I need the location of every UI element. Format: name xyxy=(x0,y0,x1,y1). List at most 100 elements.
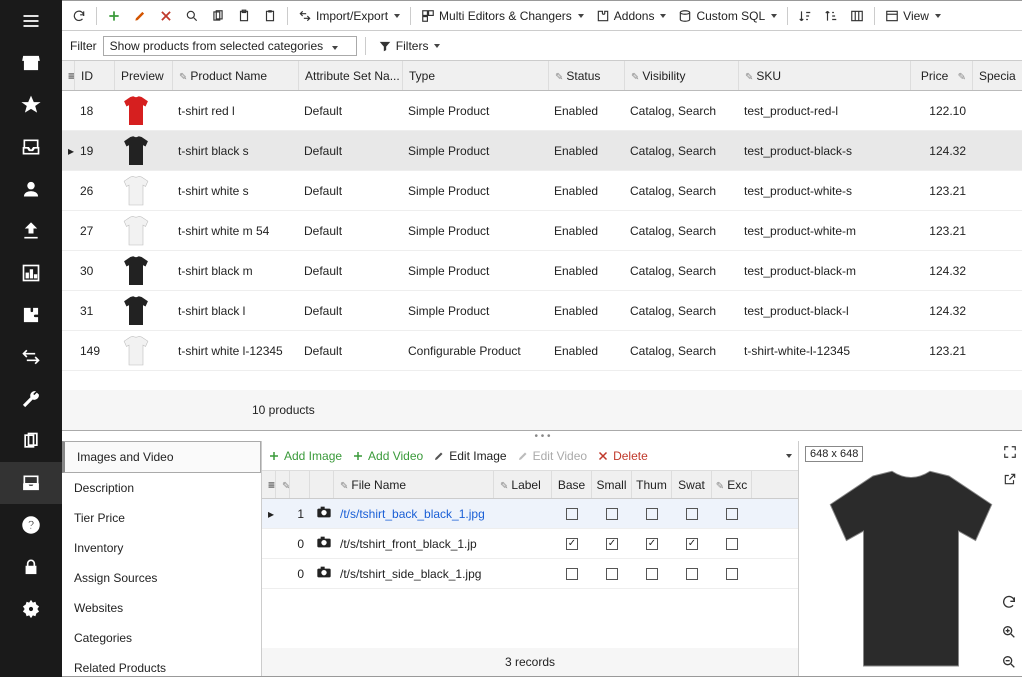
checkbox[interactable] xyxy=(646,508,658,520)
edit-image-button[interactable]: Edit Image xyxy=(433,449,506,463)
filter-select[interactable]: Show products from selected categories xyxy=(103,36,357,56)
view-dropdown[interactable]: View xyxy=(881,7,945,25)
upload-icon[interactable] xyxy=(0,210,62,252)
lock-icon[interactable] xyxy=(0,546,62,588)
checkbox[interactable] xyxy=(566,538,578,550)
img-cam-header[interactable] xyxy=(310,471,334,498)
table-row[interactable]: 27 t-shirt white m 54 Default Simple Pro… xyxy=(62,211,1022,251)
wrench-icon[interactable] xyxy=(0,378,62,420)
refresh-button[interactable] xyxy=(68,7,90,25)
menu-icon[interactable] xyxy=(0,0,62,42)
checkbox[interactable] xyxy=(686,568,698,580)
copy-icon[interactable] xyxy=(0,420,62,462)
rotate-icon[interactable] xyxy=(999,592,1019,612)
preview-image[interactable] xyxy=(799,466,1022,676)
detail-tab[interactable]: Assign Sources xyxy=(62,563,261,593)
table-row[interactable]: 18 t-shirt red l Default Simple Product … xyxy=(62,91,1022,131)
split-handle[interactable]: • • • xyxy=(62,431,1022,441)
image-row[interactable]: ▸ 1 /t/s/tshirt_back_black_1.jpg xyxy=(262,499,798,529)
transfer-icon[interactable] xyxy=(0,336,62,378)
zoom-out-icon[interactable] xyxy=(999,652,1019,672)
col-sku[interactable]: SKU xyxy=(739,61,911,90)
detail-tab[interactable]: Related Products xyxy=(62,653,261,676)
user-icon[interactable] xyxy=(0,168,62,210)
table-row[interactable]: ▸ 19 t-shirt black s Default Simple Prod… xyxy=(62,131,1022,171)
col-preview[interactable]: Preview xyxy=(115,61,173,90)
col-attr-set[interactable]: Attribute Set Na... xyxy=(299,61,403,90)
clipboard-button[interactable] xyxy=(233,7,255,25)
img-row-handle-header[interactable]: ≡ xyxy=(262,471,276,498)
img-idx-header[interactable] xyxy=(290,471,310,498)
checkbox[interactable] xyxy=(686,538,698,550)
help-icon[interactable]: ? xyxy=(0,504,62,546)
row-handle-header[interactable]: ≡ xyxy=(62,61,75,90)
chart-icon[interactable] xyxy=(0,252,62,294)
checkbox[interactable] xyxy=(606,538,618,550)
custom-sql-dropdown[interactable]: Custom SQL xyxy=(674,7,781,25)
col-product-name[interactable]: Product Name xyxy=(173,61,299,90)
col-special[interactable]: Specia xyxy=(973,61,1022,90)
checkbox[interactable] xyxy=(606,508,618,520)
add-button[interactable] xyxy=(103,7,125,25)
img-filename-header[interactable]: File Name xyxy=(334,471,494,498)
image-row[interactable]: 0 /t/s/tshirt_front_black_1.jp xyxy=(262,529,798,559)
image-row[interactable]: 0 /t/s/tshirt_side_black_1.jpg xyxy=(262,559,798,589)
checkbox[interactable] xyxy=(726,538,738,550)
checkbox[interactable] xyxy=(646,568,658,580)
delete-image-button[interactable]: Delete xyxy=(597,449,648,463)
external-link-icon[interactable] xyxy=(1003,472,1017,489)
fullscreen-icon[interactable] xyxy=(1003,445,1017,462)
checkbox[interactable] xyxy=(606,568,618,580)
add-image-button[interactable]: Add Image xyxy=(268,449,342,463)
img-base-header[interactable]: Base xyxy=(552,471,592,498)
sort-button-2[interactable] xyxy=(820,7,842,25)
col-type[interactable]: Type xyxy=(403,61,549,90)
img-exc-header[interactable]: Exc xyxy=(712,471,752,498)
detail-tab[interactable]: Websites xyxy=(62,593,261,623)
table-row[interactable]: 26 t-shirt white s Default Simple Produc… xyxy=(62,171,1022,211)
grid-body[interactable]: 18 t-shirt red l Default Simple Product … xyxy=(62,91,1022,390)
col-visibility[interactable]: Visibility xyxy=(625,61,739,90)
table-row[interactable]: 30 t-shirt black m Default Simple Produc… xyxy=(62,251,1022,291)
table-row[interactable]: 149 t-shirt white l-12345 Default Config… xyxy=(62,331,1022,371)
images-body[interactable]: ▸ 1 /t/s/tshirt_back_black_1.jpg 0 /t/s/… xyxy=(262,499,798,648)
gear-icon[interactable] xyxy=(0,588,62,630)
detail-tab[interactable]: Description xyxy=(62,473,261,503)
import-export-dropdown[interactable]: Import/Export xyxy=(294,7,404,25)
checkbox[interactable] xyxy=(686,508,698,520)
checkbox[interactable] xyxy=(726,508,738,520)
more-dropdown[interactable] xyxy=(786,454,792,458)
sort-button-1[interactable] xyxy=(794,7,816,25)
addons-dropdown[interactable]: Addons xyxy=(592,7,671,25)
detail-tab[interactable]: Categories xyxy=(62,623,261,653)
add-video-button[interactable]: Add Video xyxy=(352,449,423,463)
columns-button[interactable] xyxy=(846,7,868,25)
img-thum-header[interactable]: Thum xyxy=(632,471,672,498)
detail-tab[interactable]: Images and Video xyxy=(62,441,261,473)
filters-dropdown[interactable]: Filters xyxy=(374,37,445,55)
paste-button[interactable] xyxy=(259,7,281,25)
inbox-icon[interactable] xyxy=(0,126,62,168)
star-icon[interactable] xyxy=(0,84,62,126)
store-icon[interactable] xyxy=(0,42,62,84)
edit-button[interactable] xyxy=(129,7,151,25)
img-small-header[interactable]: Small xyxy=(592,471,632,498)
img-swat-header[interactable]: Swat xyxy=(672,471,712,498)
delete-button[interactable] xyxy=(155,7,177,25)
archive-icon[interactable] xyxy=(0,462,62,504)
checkbox[interactable] xyxy=(566,508,578,520)
img-edit-header[interactable] xyxy=(276,471,290,498)
checkbox[interactable] xyxy=(566,568,578,580)
clone-button[interactable] xyxy=(207,7,229,25)
zoom-in-icon[interactable] xyxy=(999,622,1019,642)
img-label-header[interactable]: Label xyxy=(494,471,552,498)
table-row[interactable]: 31 t-shirt black l Default Simple Produc… xyxy=(62,291,1022,331)
col-id[interactable]: ID xyxy=(75,61,115,90)
detail-tab[interactable]: Tier Price xyxy=(62,503,261,533)
multi-editors-dropdown[interactable]: Multi Editors & Changers xyxy=(417,7,588,25)
col-price[interactable]: Price xyxy=(911,61,973,90)
detail-tab[interactable]: Inventory xyxy=(62,533,261,563)
search-button[interactable] xyxy=(181,7,203,25)
puzzle-icon[interactable] xyxy=(0,294,62,336)
checkbox[interactable] xyxy=(646,538,658,550)
